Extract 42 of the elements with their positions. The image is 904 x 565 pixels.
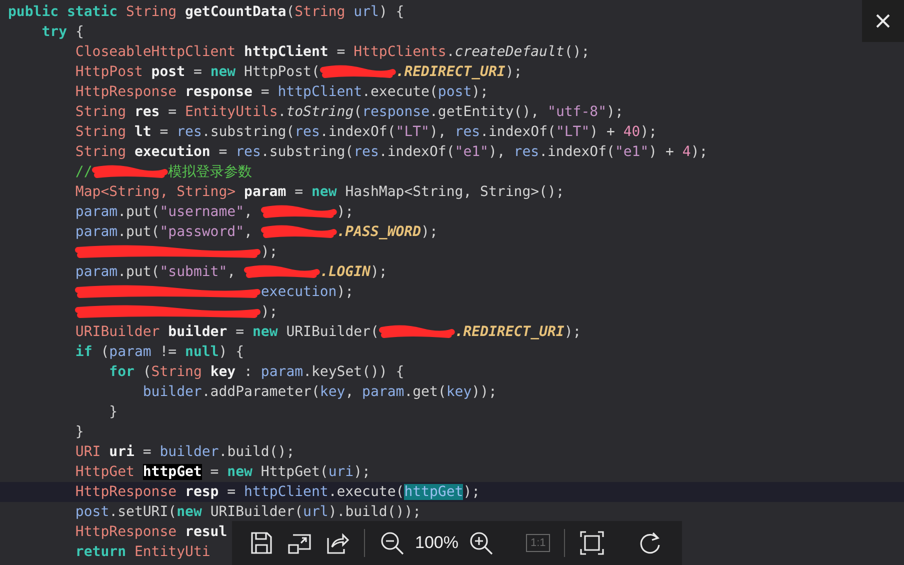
code-text: .LOGIN);: [320, 263, 388, 282]
fullscreen-icon: [578, 530, 605, 556]
code-text: .REDIRECT_URI);: [396, 63, 522, 82]
code-text: 模拟登录参数: [168, 163, 252, 182]
code-text: );: [260, 303, 278, 322]
save-icon: [248, 530, 274, 556]
code-text: HttpResponse resp = httpClient.execute(httpGet);: [74, 483, 480, 502]
code-text: .PASS_WORD);: [336, 223, 438, 242]
code-text: }: [108, 403, 118, 422]
share-icon: [324, 530, 350, 556]
zoom-out-icon: [379, 530, 405, 556]
code-text: CloseableHttpClient httpClient = HttpClients.createDefault();: [74, 43, 590, 62]
code-text: String res = EntityUtils.toString(response.getEntity(), "utf-8");: [74, 103, 624, 122]
code-text: String lt = res.substring(res.indexOf("LT"), res.indexOf("LT") + 40);: [74, 123, 658, 142]
code-text: execution);: [260, 283, 354, 302]
code-text: URIBuilder builder = new URIBuilder(: [74, 323, 379, 342]
code-text: }: [74, 423, 84, 442]
code-text: //: [74, 163, 92, 182]
code-text: .REDIRECT_URI);: [454, 323, 582, 342]
code-text: URI uri = builder.build();: [74, 443, 295, 462]
code-text: HttpPost post = new HttpPost(: [74, 63, 320, 82]
code-text: try {: [40, 23, 84, 42]
code-text: for (String key : param.keySet()) {: [108, 363, 404, 382]
code-text: );: [260, 243, 278, 262]
code-text: param.put("submit",: [74, 263, 237, 282]
code-text: param.put("username",: [74, 203, 254, 222]
close-icon: [875, 13, 891, 29]
code-text: String execution = res.substring(res.indexOf("e1"), res.indexOf("e1") + 4);: [74, 143, 708, 162]
code-text: HttpGet httpGet = new HttpGet(uri);: [74, 463, 370, 482]
zoom-in-icon: [468, 530, 494, 556]
code-text: builder.addParameter(key, param.get(key));: [142, 383, 497, 402]
close-button[interactable]: [862, 0, 904, 42]
code-text: post.setURI(new URIBuilder(url).build());: [74, 503, 422, 522]
code-text: if (param != null) {: [74, 343, 244, 362]
code-text: return EntityUti: [74, 543, 210, 562]
zoom-level: 100%: [415, 533, 458, 553]
code-text: HttpResponse response = httpClient.execute(post);: [74, 83, 488, 102]
code-text: public static String getCountData(String url) {: [8, 3, 404, 22]
code-text: param.put("password",: [74, 223, 254, 242]
code-text: );: [336, 203, 354, 222]
code-text: HttpResponse resul: [74, 523, 228, 542]
code-text: Map<String, String> param = new HashMap<String, String>();: [74, 183, 564, 202]
